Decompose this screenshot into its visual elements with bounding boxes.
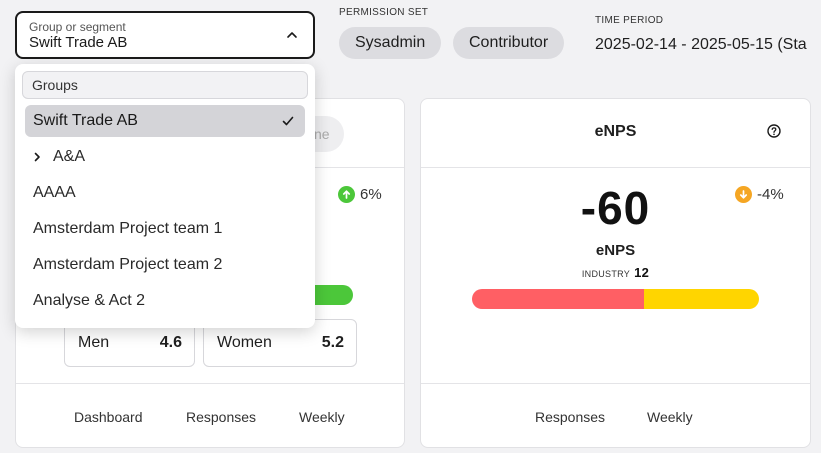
permission-set-label: PERMISSION SET (339, 7, 429, 18)
chip-contributor[interactable]: Contributor (453, 27, 565, 59)
menu-item-label: AAAA (33, 184, 76, 201)
menu-group-header: Groups (22, 71, 308, 99)
menu-item-aaaa[interactable]: AAAA (25, 177, 305, 209)
stat-name: Women (217, 334, 272, 351)
time-period-value[interactable]: 2025-02-14 - 2025-05-15 (Sta (595, 36, 807, 54)
industry-label: INDUSTRY (581, 269, 631, 279)
card-divider (16, 383, 404, 384)
enps-score: -60 (580, 182, 651, 234)
enps-bar (472, 289, 759, 309)
chevron-up-icon (287, 32, 297, 38)
menu-item-a-and-a[interactable]: A&A (25, 141, 305, 173)
menu-item-label: Amsterdam Project team 1 (33, 220, 223, 237)
chip-sysadmin[interactable]: Sysadmin (339, 27, 442, 59)
select-value: Swift Trade AB (29, 34, 128, 51)
menu-item-label: Amsterdam Project team 2 (33, 256, 223, 273)
enps-card: eNPS -4% -60 eNPS INDUSTRY 12 Responses W… (420, 98, 811, 448)
stat-name: Men (78, 334, 110, 351)
card-divider (421, 167, 810, 168)
chevron-right-icon[interactable] (33, 152, 42, 162)
trend-badge: 6% (338, 186, 382, 203)
menu-item-label: Swift Trade AB (33, 112, 138, 129)
help-icon[interactable] (767, 124, 781, 138)
enps-bar-negative (472, 289, 645, 309)
menu-item-amsterdam-project-team-1[interactable]: Amsterdam Project team 1 (25, 213, 305, 245)
menu-item-swift-trade-ab[interactable]: Swift Trade AB (25, 105, 305, 137)
industry-value: 12 (634, 265, 650, 280)
time-period-label: TIME PERIOD (595, 15, 664, 26)
link-responses[interactable]: Responses (186, 409, 256, 425)
menu-item-analyse-and-act-2[interactable]: Analyse & Act 2 (25, 285, 305, 317)
enps-bar-remainder (644, 289, 759, 309)
card-title: eNPS (594, 123, 637, 140)
group-segment-select[interactable]: Group or segment Swift Trade AB (15, 11, 315, 59)
menu-item-label: Analyse & Act 2 (33, 292, 146, 309)
stat-value: 4.6 (159, 334, 182, 351)
select-label: Group or segment (29, 20, 126, 34)
enps-label: eNPS (595, 242, 636, 259)
menu-item-amsterdam-project-team-2[interactable]: Amsterdam Project team 2 (25, 249, 305, 281)
stat-value: 5.2 (321, 334, 344, 351)
trend-value: 6% (360, 186, 382, 203)
link-responses[interactable]: Responses (535, 409, 605, 425)
link-dashboard[interactable]: Dashboard (74, 409, 143, 425)
arrow-up-icon (338, 186, 355, 203)
check-icon (282, 116, 294, 126)
group-dropdown-menu: Groups Swift Trade AB A&A AAAA Amsterdam… (15, 64, 315, 328)
industry-benchmark: INDUSTRY 12 (421, 265, 810, 280)
link-weekly[interactable]: Weekly (647, 409, 693, 425)
link-weekly[interactable]: Weekly (299, 409, 345, 425)
card-divider (421, 383, 810, 384)
